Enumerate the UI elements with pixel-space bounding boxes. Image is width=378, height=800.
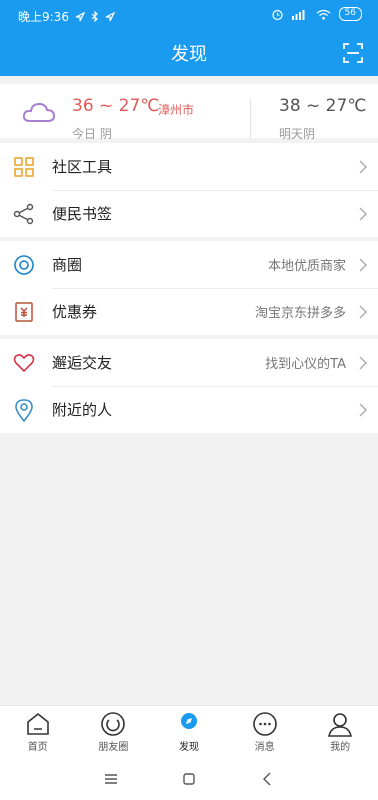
tab-label: 消息 [254,741,275,753]
home-icon [26,712,49,735]
chevron-right-icon [359,356,367,369]
today-description: 今日 阴 [72,127,112,141]
tab-home[interactable]: 首页 [0,706,76,757]
share-icon [12,202,36,226]
chevron-right-icon [359,258,367,271]
chevron-right-icon [359,403,367,416]
bluetooth-icon [91,11,98,22]
compass-icon [180,712,197,729]
list-item-dating[interactable]: 邂逅交友 找到心仪的TA [0,339,378,386]
heart-icon [12,351,36,375]
list-item-bookmarks[interactable]: 便民书签 [0,190,378,237]
tab-moments[interactable]: 朋友圈 [76,706,152,757]
list-item-label: 社区工具 [52,158,113,176]
list-item-subtitle: 淘宝京东拼多多 [254,306,346,321]
business-group: 商圈 本地优质商家 优惠券 淘宝京东拼多多 [0,241,378,335]
chevron-right-icon [359,207,367,220]
app-header: 晚上9:36 56 发现 [0,0,378,76]
navigation-icon [105,11,115,21]
list-item-subtitle: 找到心仪的TA [265,357,346,372]
wifi-icon [316,9,330,19]
menu-icon[interactable] [101,769,121,789]
today-temperature: 36 ~ 27℃ [72,96,160,116]
moments-icon [101,711,126,736]
user-icon [328,712,353,737]
cloud-icon [22,102,56,122]
tomorrow-temperature: 38 ~ 27℃ [279,96,367,116]
list-item-label: 邂逅交友 [52,354,113,372]
list-item-label: 商圈 [52,256,83,274]
list-item-nearby-people[interactable]: 附近的人 [0,386,378,433]
status-time: 晚上9:36 [18,10,69,24]
tab-label: 发现 [178,741,199,753]
tools-group: 社区工具 便民书签 [0,143,378,237]
list-item-subtitle: 本地优质商家 [267,259,346,274]
signal-icon [291,9,305,20]
list-item-community-tools[interactable]: 社区工具 [0,143,378,190]
tab-profile[interactable]: 我的 [302,706,378,757]
status-bar: 晚上9:36 56 [0,0,378,30]
city-name: 漳州市 [158,103,195,117]
tab-label: 朋友圈 [98,741,129,753]
bottom-tab-bar: 首页 朋友圈 发现 消息 我的 [0,705,378,757]
alarm-icon [271,9,283,20]
list-item-coupons[interactable]: 优惠券 淘宝京东拼多多 [0,288,378,335]
weather-divider [250,98,251,138]
tomorrow-description: 明天阴 [279,127,316,141]
coupon-icon [12,300,36,324]
social-group: 邂逅交友 找到心仪的TA 附近的人 [0,339,378,433]
list-item-label: 便民书签 [52,205,113,223]
system-nav-bar [0,757,378,800]
message-icon [252,711,277,736]
list-item-label: 优惠券 [52,303,98,321]
chevron-right-icon [359,305,367,318]
page-title: 发现 [171,44,207,65]
tab-discover[interactable]: 发现 [151,706,227,757]
location-pin-icon [12,398,36,422]
chevron-right-icon [359,160,367,173]
tab-label: 我的 [330,741,351,753]
location-icon [75,11,85,21]
list-item-label: 附近的人 [52,401,113,419]
tab-label: 首页 [27,741,48,753]
back-icon[interactable] [258,769,278,789]
weather-card[interactable]: 36 ~ 27℃ 漳州市 今日 阴 38 ~ 27℃ 明天阴 [0,76,378,141]
scan-icon[interactable] [342,42,364,64]
list-item-business-circle[interactable]: 商圈 本地优质商家 [0,241,378,288]
home-button-icon[interactable] [179,769,199,789]
target-icon [12,253,36,277]
battery-indicator: 56 [338,7,362,21]
grid-icon [12,155,36,179]
tab-messages[interactable]: 消息 [227,706,303,757]
